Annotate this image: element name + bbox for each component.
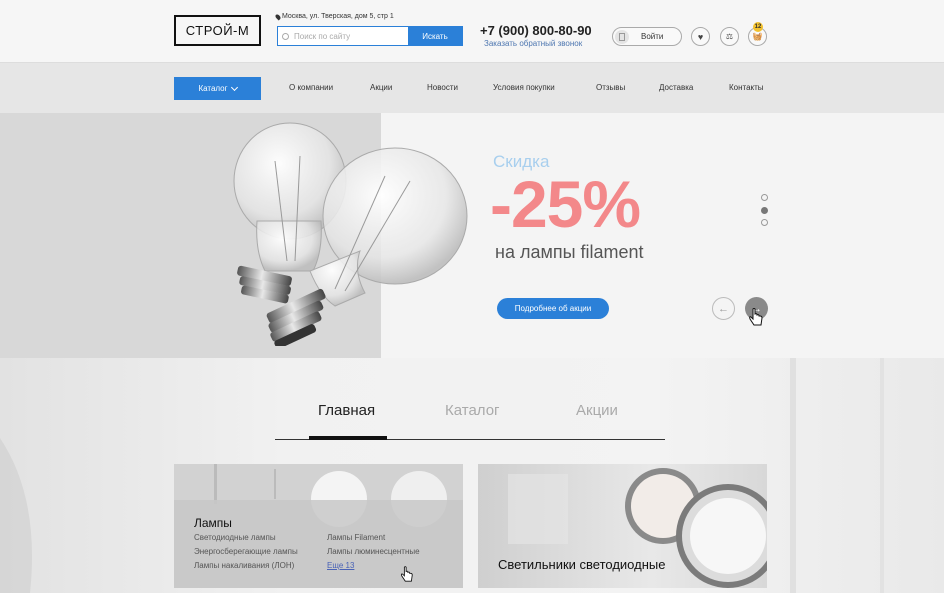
active-tab-indicator xyxy=(309,436,387,440)
scales-icon: ⚖ xyxy=(725,32,734,41)
map-pin-icon xyxy=(274,12,282,21)
compare-button[interactable]: ⚖ xyxy=(720,27,739,46)
search-bar: Искать xyxy=(277,26,463,46)
tab-catalog[interactable]: Каталог xyxy=(445,402,500,419)
tab-home[interactable]: Главная xyxy=(318,402,375,419)
card-title-led-fixtures[interactable]: Светильники светодиодные xyxy=(498,557,665,572)
favorites-button[interactable]: ♥ xyxy=(691,27,710,46)
hand-cursor-icon xyxy=(401,566,413,582)
content-area xyxy=(0,358,944,593)
link-incandescent-lamps[interactable]: Лампы накаливания (ЛОН) xyxy=(194,561,294,570)
nav-item-promotions[interactable]: Акции xyxy=(370,83,392,92)
category-card-lamps[interactable]: Лампы Светодиодные лампы Энергосберегающ… xyxy=(174,464,463,588)
card-title-lamps[interactable]: Лампы xyxy=(194,516,232,530)
phone-number[interactable]: +7 (900) 800-80-90 xyxy=(480,23,592,38)
category-card-led-fixtures[interactable]: Светильники светодиодные xyxy=(478,464,767,588)
nav-item-contacts[interactable]: Контакты xyxy=(729,83,764,92)
search-button[interactable]: Искать xyxy=(408,27,462,45)
login-label: Войти xyxy=(641,32,664,41)
search-input[interactable] xyxy=(292,27,408,45)
arrow-left-icon: ← xyxy=(718,302,729,315)
slider-dot-3[interactable] xyxy=(761,219,768,226)
tab-promotions[interactable]: Акции xyxy=(576,402,618,419)
promo-subtitle: на лампы filament xyxy=(495,242,644,262)
link-energy-saving-lamps[interactable]: Энергосберегающие лампы xyxy=(194,547,298,556)
cart-count-badge: 12 xyxy=(753,22,763,32)
nav-item-delivery[interactable]: Доставка xyxy=(659,83,693,92)
link-more-lamps[interactable]: Еще 13 xyxy=(327,561,354,570)
background-decor xyxy=(0,358,884,593)
slider-prev-button[interactable]: ← xyxy=(712,297,735,320)
nav-item-about[interactable]: О компании xyxy=(289,83,333,92)
hero-slider xyxy=(0,113,944,358)
promo-details-button[interactable]: Подробнее об акции xyxy=(497,298,609,319)
nav-item-news[interactable]: Новости xyxy=(427,83,458,92)
login-button[interactable]: Войти xyxy=(612,27,682,46)
slider-dot-1[interactable] xyxy=(761,194,768,201)
search-icon xyxy=(278,27,292,45)
login-icon xyxy=(615,29,629,44)
hand-cursor-icon xyxy=(749,308,763,326)
slider-dot-2[interactable] xyxy=(761,207,768,214)
site-header: СТРОЙ-М Москва, ул. Тверская, дом 5, стр… xyxy=(0,0,944,62)
chevron-down-icon xyxy=(230,83,238,91)
catalog-button[interactable]: Каталог xyxy=(174,77,261,100)
promo-discount: -25% xyxy=(490,167,641,241)
link-led-lamps[interactable]: Светодиодные лампы xyxy=(194,533,276,542)
light-bulbs-image xyxy=(233,122,468,346)
catalog-label: Каталог xyxy=(198,84,228,93)
link-fluorescent-lamps[interactable]: Лампы люминесцентные xyxy=(327,547,420,556)
callback-link[interactable]: Заказать обратный звонок xyxy=(484,39,582,48)
main-nav: Каталог О компании Акции Новости Условия… xyxy=(0,62,944,113)
logo[interactable]: СТРОЙ-М xyxy=(174,15,261,46)
heart-icon: ♥ xyxy=(697,31,704,42)
basket-icon: 🧺 xyxy=(752,32,763,41)
nav-item-terms[interactable]: Условия покупки xyxy=(493,83,555,92)
address-text: Москва, ул. Тверская, дом 5, стр 1 xyxy=(282,13,394,20)
address: Москва, ул. Тверская, дом 5, стр 1 xyxy=(274,12,394,21)
nav-item-reviews[interactable]: Отзывы xyxy=(596,83,625,92)
link-filament-lamps[interactable]: Лампы Filament xyxy=(327,533,385,542)
card-overlay xyxy=(174,500,463,588)
